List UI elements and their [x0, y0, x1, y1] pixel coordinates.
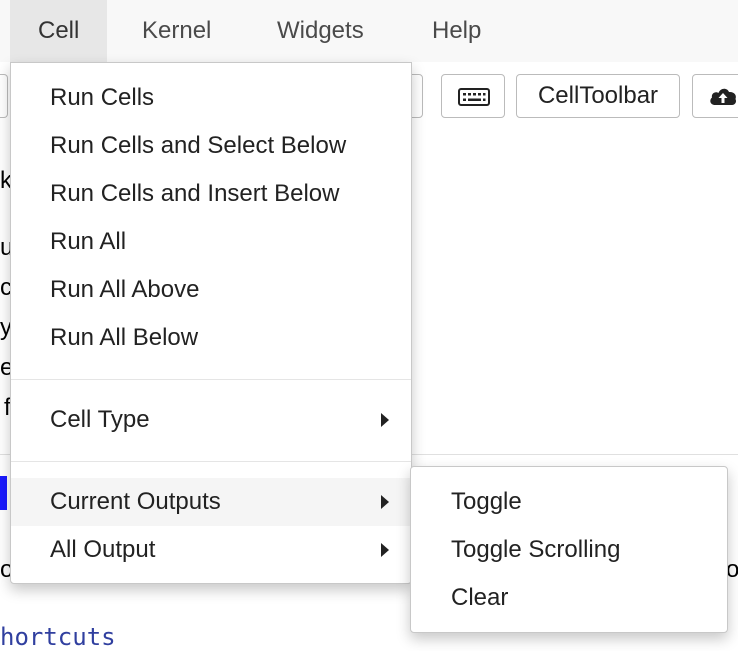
- celltoolbar-button[interactable]: CellToolbar: [516, 74, 680, 118]
- menu-help[interactable]: Help: [404, 0, 509, 62]
- submenu-item-toggle-scrolling[interactable]: Toggle Scrolling: [411, 526, 727, 574]
- menu-divider: [11, 461, 411, 462]
- selected-cell-marker: [0, 476, 7, 510]
- menu-divider: [11, 379, 411, 380]
- menu-item-run-cells-select-below[interactable]: Run Cells and Select Below: [11, 122, 411, 170]
- menu-widgets[interactable]: Widgets: [249, 0, 392, 62]
- menubar: Cell Kernel Widgets Help: [0, 0, 738, 63]
- caret-right-icon: [381, 413, 389, 427]
- keyboard-icon: [458, 88, 490, 106]
- menu-item-current-outputs[interactable]: Current Outputs: [11, 478, 411, 526]
- cell-menu-dropdown: Run Cells Run Cells and Select Below Run…: [10, 62, 412, 584]
- menu-cell[interactable]: Cell: [10, 0, 108, 62]
- shortcuts-link[interactable]: hortcuts: [0, 623, 116, 651]
- caret-right-icon: [381, 495, 389, 509]
- cloud-upload-icon: [710, 88, 737, 105]
- keyboard-shortcuts-button[interactable]: [441, 74, 505, 118]
- menu-kernel[interactable]: Kernel: [114, 0, 239, 62]
- menu-item-run-cells[interactable]: Run Cells: [11, 74, 411, 122]
- menu-item-label: Cell Type: [50, 406, 150, 433]
- menu-item-label: Current Outputs: [50, 488, 221, 515]
- menu-item-run-cells-insert-below[interactable]: Run Cells and Insert Below: [11, 170, 411, 218]
- current-outputs-submenu: Toggle Toggle Scrolling Clear: [410, 466, 728, 633]
- menu-item-label: All Output: [50, 536, 156, 563]
- upload-button[interactable]: [692, 74, 738, 118]
- menu-item-cell-type[interactable]: Cell Type: [11, 396, 411, 444]
- menu-item-run-all-below[interactable]: Run All Below: [11, 314, 411, 362]
- toolbar-button-partial[interactable]: [0, 74, 8, 118]
- menu-item-run-all-above[interactable]: Run All Above: [11, 266, 411, 314]
- submenu-item-clear[interactable]: Clear: [411, 574, 727, 622]
- menu-item-run-all[interactable]: Run All: [11, 218, 411, 266]
- submenu-item-toggle[interactable]: Toggle: [411, 478, 727, 526]
- menu-item-all-output[interactable]: All Output: [11, 526, 411, 574]
- caret-right-icon: [381, 543, 389, 557]
